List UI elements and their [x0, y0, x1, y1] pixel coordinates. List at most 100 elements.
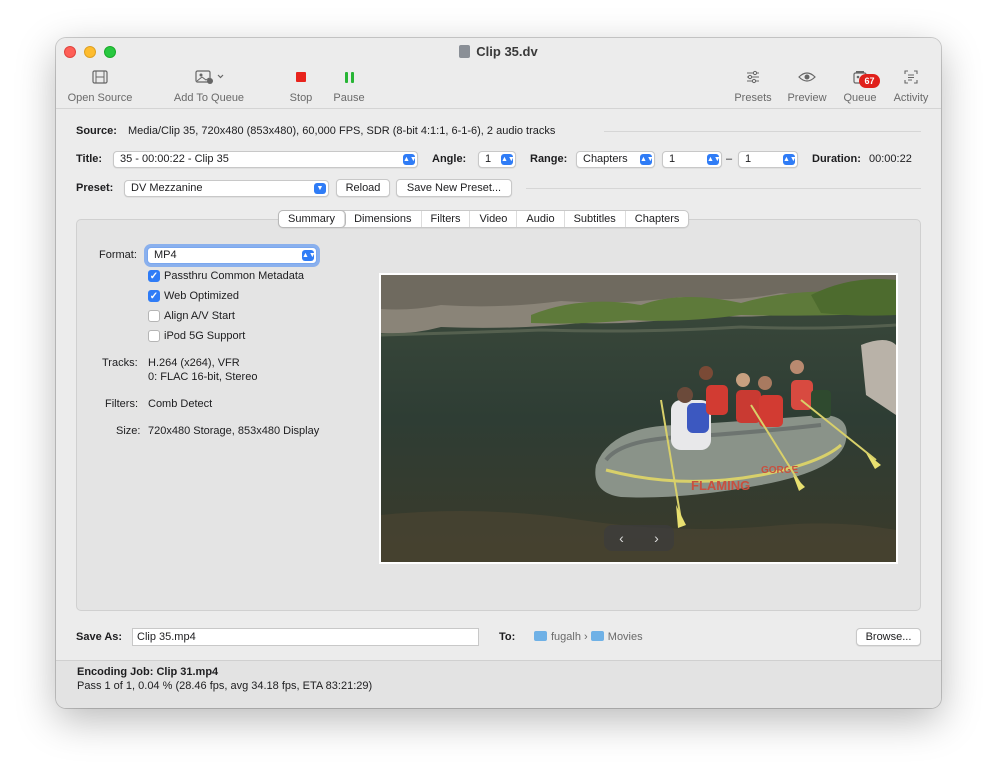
- range-start-value: 1: [669, 153, 676, 165]
- queue-label: Queue: [843, 92, 877, 104]
- video-frame-image: FLAMING GORGE: [381, 275, 896, 562]
- presets-label: Presets: [734, 92, 772, 104]
- preview-label: Preview: [787, 92, 827, 104]
- divider: [604, 131, 921, 132]
- ipod-5g-support-label: iPod 5G Support: [164, 330, 246, 342]
- size-value: 720x480 Storage, 853x480 Display: [148, 425, 320, 437]
- reload-button[interactable]: Reload: [336, 179, 390, 197]
- next-frame-button[interactable]: ›: [654, 530, 659, 546]
- source-info: Media/Clip 35, 720x480 (853x480), 60,000…: [128, 125, 556, 137]
- chevron-updown-icon: ▲▼: [302, 250, 316, 261]
- eye-icon: [784, 66, 830, 88]
- folder-icon: [534, 631, 547, 641]
- range-end-value: 1: [745, 153, 752, 165]
- angle-select-value: 1: [485, 153, 492, 165]
- svg-text:FLAMING: FLAMING: [691, 478, 750, 493]
- document-icon: [459, 45, 471, 58]
- browse-button[interactable]: Browse...: [856, 628, 921, 646]
- range-type-value: Chapters: [583, 153, 628, 165]
- save-new-preset-button[interactable]: Save New Preset...: [396, 179, 512, 197]
- passthru-metadata-label: Passthru Common Metadata: [164, 270, 305, 282]
- format-select-value: MP4: [154, 249, 177, 261]
- source-label: Source:: [76, 125, 117, 137]
- align-av-start-label: Align A/V Start: [164, 310, 235, 322]
- open-source-label: Open Source: [67, 92, 133, 104]
- divider: [526, 188, 921, 189]
- range-dash: –: [726, 153, 733, 165]
- tab-dimensions[interactable]: Dimensions: [345, 211, 422, 227]
- activity-button[interactable]: Activity: [889, 66, 933, 104]
- queue-count-badge: 67: [859, 74, 880, 88]
- chevron-down-icon: ▼: [314, 183, 326, 194]
- format-select[interactable]: MP4 ▲▼: [147, 247, 317, 264]
- pause-button[interactable]: Pause: [331, 66, 367, 104]
- save-as-input[interactable]: Clip 35.mp4: [132, 628, 479, 646]
- stop-button[interactable]: Stop: [284, 66, 318, 104]
- ipod-5g-support-checkbox[interactable]: [148, 330, 160, 342]
- preview-button[interactable]: Preview: [784, 66, 830, 104]
- presets-button[interactable]: Presets: [732, 66, 774, 104]
- preview-nav: ‹ ›: [604, 525, 674, 551]
- add-to-queue-icon: [169, 66, 249, 88]
- to-label: To:: [499, 631, 516, 643]
- tab-chapters[interactable]: Chapters: [626, 211, 689, 227]
- film-icon: [65, 66, 135, 88]
- preset-select[interactable]: DV Mezzanine ▼: [124, 180, 329, 197]
- format-label: Format:: [99, 249, 137, 261]
- queue-button[interactable]: 67 Queue: [840, 66, 880, 104]
- add-to-queue-label: Add To Queue: [173, 92, 245, 104]
- angle-select[interactable]: 1 ▲▼: [478, 151, 516, 168]
- previous-frame-button[interactable]: ‹: [619, 530, 624, 546]
- passthru-metadata-checkbox[interactable]: ✓: [148, 270, 160, 282]
- stop-icon: [284, 66, 318, 88]
- filters-label: Filters:: [105, 398, 138, 410]
- path-user: fugalh: [551, 631, 581, 643]
- align-av-start-checkbox[interactable]: [148, 310, 160, 322]
- chevron-updown-icon: ▲▼: [640, 154, 654, 165]
- tab-subtitles[interactable]: Subtitles: [565, 211, 626, 227]
- tab-video[interactable]: Video: [470, 211, 518, 227]
- add-to-queue-button[interactable]: Add To Queue: [169, 66, 249, 104]
- angle-label: Angle:: [432, 153, 467, 165]
- toolbar: Clip 35.dv Open Source Add To Queue Stop…: [56, 38, 941, 109]
- range-start-select[interactable]: 1 ▲▼: [662, 151, 722, 168]
- duration-value: 00:00:22: [869, 153, 912, 165]
- app-window: Clip 35.dv Open Source Add To Queue Stop…: [56, 38, 941, 708]
- tab-audio[interactable]: Audio: [517, 211, 565, 227]
- web-optimized-label: Web Optimized: [164, 290, 239, 302]
- chevron-updown-icon: ▲▼: [707, 154, 721, 165]
- title-label: Title:: [76, 153, 103, 165]
- tab-summary[interactable]: Summary: [279, 211, 346, 227]
- range-label: Range:: [530, 153, 568, 165]
- tab-filters[interactable]: Filters: [422, 211, 471, 227]
- tracks-video: H.264 (x264), VFR: [148, 357, 240, 369]
- encoding-job-title: Encoding Job: Clip 31.mp4: [77, 666, 219, 678]
- tracks-label: Tracks:: [102, 357, 138, 369]
- open-source-button[interactable]: Open Source: [65, 66, 135, 104]
- folder-icon: [590, 631, 604, 641]
- main-content: Source: Media/Clip 35, 720x480 (853x480)…: [56, 110, 941, 660]
- preset-select-value: DV Mezzanine: [131, 182, 203, 194]
- tracks-audio: 0: FLAC 16-bit, Stereo: [148, 371, 258, 383]
- range-type-select[interactable]: Chapters ▲▼: [576, 151, 655, 168]
- filters-value: Comb Detect: [148, 398, 213, 410]
- settings-tabs: Summary Dimensions Filters Video Audio S…: [278, 210, 690, 228]
- sliders-icon: [732, 66, 774, 88]
- video-preview[interactable]: FLAMING GORGE ‹ ›: [379, 273, 898, 564]
- chevron-updown-icon: ▲▼: [501, 154, 515, 165]
- title-select[interactable]: 35 - 00:00:22 - Clip 35 ▲▼: [113, 151, 418, 168]
- destination-path[interactable]: fugalh › Movies: [534, 631, 643, 643]
- window-title: Clip 35.dv: [56, 44, 941, 59]
- status-bar: Encoding Job: Clip 31.mp4 Pass 1 of 1, 0…: [56, 660, 941, 708]
- path-folder: Movies: [607, 631, 643, 643]
- save-as-label: Save As:: [76, 631, 123, 643]
- stop-label: Stop: [289, 92, 313, 104]
- chevron-updown-icon: ▲▼: [783, 154, 797, 165]
- pause-label: Pause: [333, 92, 365, 104]
- size-label: Size:: [116, 425, 141, 437]
- activity-log-icon: [889, 66, 933, 88]
- pause-icon: [331, 66, 367, 88]
- range-end-select[interactable]: 1 ▲▼: [738, 151, 798, 168]
- web-optimized-checkbox[interactable]: ✓: [148, 290, 160, 302]
- chevron-updown-icon: ▲▼: [403, 154, 417, 165]
